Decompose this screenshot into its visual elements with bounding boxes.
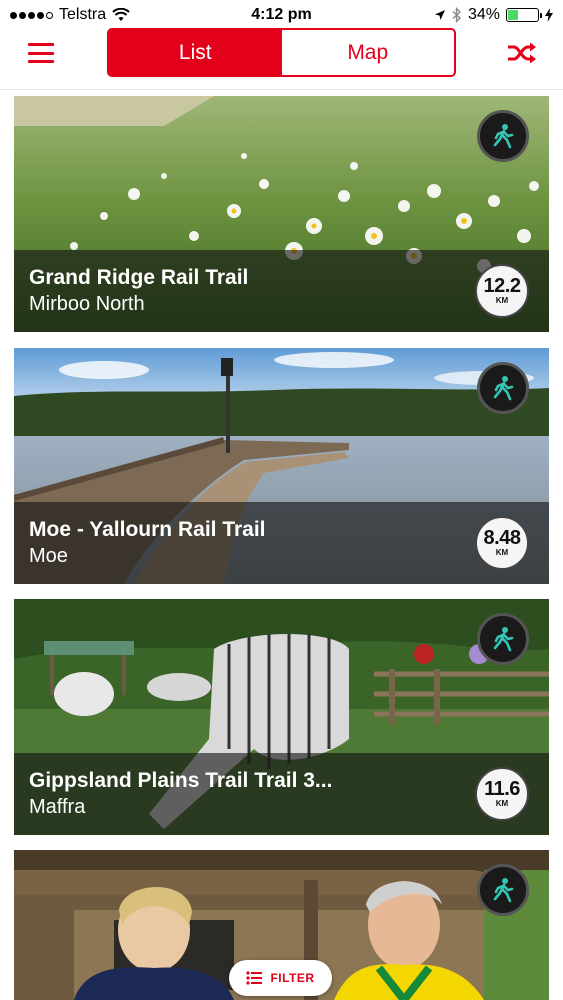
trail-card-grand-ridge[interactable]: Grand Ridge Rail Trail Mirboo North 12.2… (14, 96, 549, 332)
card-caption-bar (14, 753, 549, 835)
distance-unit: KM (495, 799, 509, 808)
battery-fill (508, 10, 518, 20)
carrier-label: Telstra (59, 6, 107, 23)
distance-unit: KM (495, 296, 509, 305)
signal-dots-icon (10, 11, 53, 19)
battery-percent: 34% (467, 6, 500, 23)
view-toggle: List Map (107, 28, 456, 77)
filter-label: FILTER (270, 971, 315, 985)
tab-map[interactable]: Map (281, 30, 454, 75)
trail-card-moe-yallourn[interactable]: Moe - Yallourn Rail Trail Moe 8.48 KM (14, 348, 549, 584)
charging-bolt-icon (545, 8, 553, 22)
hamburger-menu-icon[interactable] (28, 42, 54, 64)
filter-list-icon (246, 971, 263, 985)
card-caption-bar (14, 250, 549, 332)
trail-location: Moe (29, 545, 68, 567)
trail-name: Moe - Yallourn Rail Trail (29, 518, 266, 541)
distance-value: 8.48 (483, 527, 521, 549)
shuffle-icon[interactable] (507, 42, 537, 64)
walking-person-icon (477, 362, 529, 414)
trail-name: Grand Ridge Rail Trail (29, 266, 249, 289)
battery-icon (506, 8, 542, 22)
trail-location: Mirboo North (29, 293, 145, 315)
status-time: 4:12 pm (251, 6, 312, 23)
status-right: 34% (434, 6, 553, 24)
trail-card-gippsland-plains[interactable]: Gippsland Plains Trail Trail 3... Maffra… (14, 599, 549, 835)
distance-badge: 11.6 KM (475, 767, 529, 821)
bluetooth-icon (452, 7, 461, 23)
wifi-icon (112, 8, 130, 21)
nav-bar: List Map (0, 28, 563, 90)
distance-badge: 12.2 KM (475, 264, 529, 318)
distance-value: 12.2 (483, 275, 521, 297)
walking-person-icon (477, 110, 529, 162)
status-left: Telstra (10, 6, 130, 24)
distance-unit: KM (495, 548, 509, 557)
distance-badge: 8.48 KM (475, 516, 529, 570)
location-arrow-icon (434, 10, 445, 20)
tab-list[interactable]: List (109, 30, 282, 75)
distance-value: 11.6 (484, 778, 520, 800)
trail-name: Gippsland Plains Trail Trail 3... (29, 769, 333, 792)
filter-button[interactable]: FILTER (229, 960, 332, 996)
walking-person-icon (477, 864, 529, 916)
walking-person-icon (477, 613, 529, 665)
status-bar: Telstra 4:12 pm 34% (0, 0, 563, 30)
trail-list-screen: Telstra 4:12 pm 34% List Map Grand Ridge… (0, 0, 563, 1000)
card-caption-bar (14, 502, 549, 584)
trail-location: Maffra (29, 796, 86, 818)
